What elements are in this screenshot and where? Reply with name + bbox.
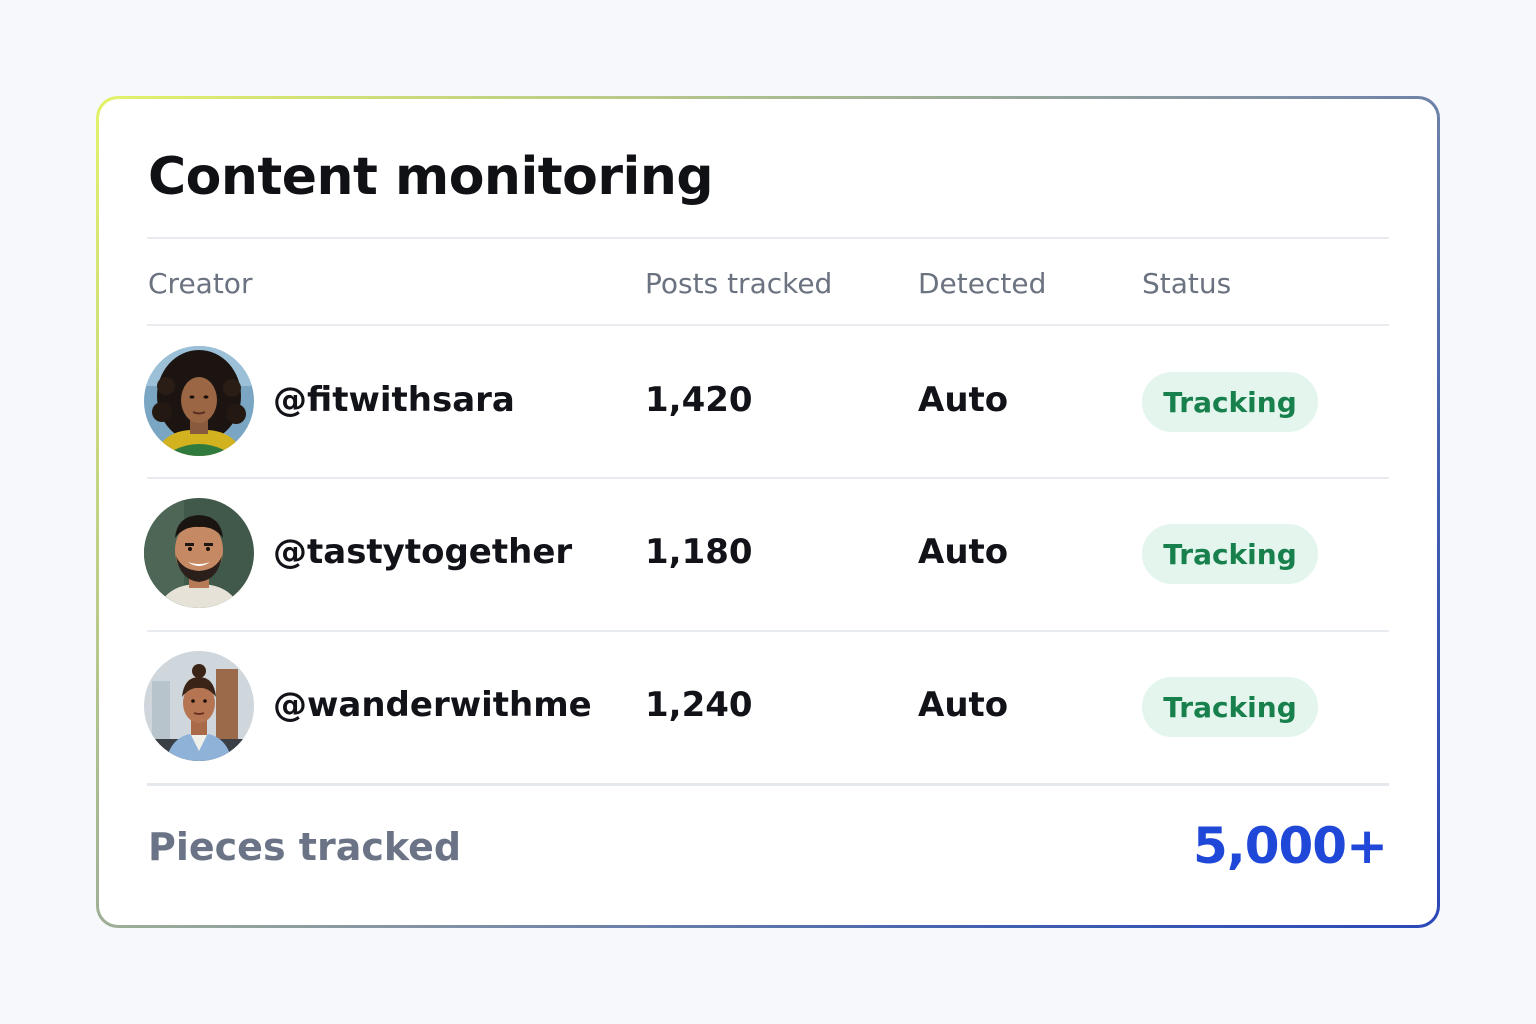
row-divider — [147, 630, 1389, 632]
content-monitoring-card: Content monitoring Creator Posts tracked… — [99, 99, 1437, 925]
status-badge: Tracking — [1142, 677, 1318, 737]
content-monitoring-card-border: Content monitoring Creator Posts tracked… — [96, 96, 1440, 928]
header-divider — [147, 324, 1389, 326]
posts-tracked-value: 1,240 — [645, 685, 753, 725]
column-header-posts-tracked: Posts tracked — [645, 267, 833, 300]
footer-divider — [147, 783, 1389, 786]
column-header-detected: Detected — [918, 267, 1047, 300]
avatar — [144, 498, 254, 608]
posts-tracked-value: 1,180 — [645, 532, 753, 572]
detected-value: Auto — [918, 532, 1009, 572]
column-header-status: Status — [1142, 267, 1232, 300]
avatar — [144, 346, 254, 456]
pieces-tracked-value: 5,000+ — [1192, 817, 1388, 875]
table-row[interactable]: @fitwithsara 1,420 Auto Tracking — [99, 346, 1437, 458]
row-divider — [147, 477, 1389, 479]
table-row[interactable]: @wanderwithme 1,240 Auto Tracking — [99, 651, 1437, 763]
detected-value: Auto — [918, 685, 1009, 725]
detected-value: Auto — [918, 380, 1009, 420]
creator-handle[interactable]: @tastytogether — [273, 532, 572, 572]
status-badge: Tracking — [1142, 372, 1318, 432]
column-header-creator: Creator — [148, 267, 253, 300]
posts-tracked-value: 1,420 — [645, 380, 753, 420]
pieces-tracked-label: Pieces tracked — [148, 825, 462, 869]
table-row[interactable]: @tastytogether 1,180 Auto Tracking — [99, 498, 1437, 610]
creator-handle[interactable]: @wanderwithme — [273, 685, 592, 725]
title-divider — [147, 237, 1389, 239]
avatar — [144, 651, 254, 761]
status-badge: Tracking — [1142, 524, 1318, 584]
creator-handle[interactable]: @fitwithsara — [273, 380, 515, 420]
card-title: Content monitoring — [148, 147, 714, 207]
